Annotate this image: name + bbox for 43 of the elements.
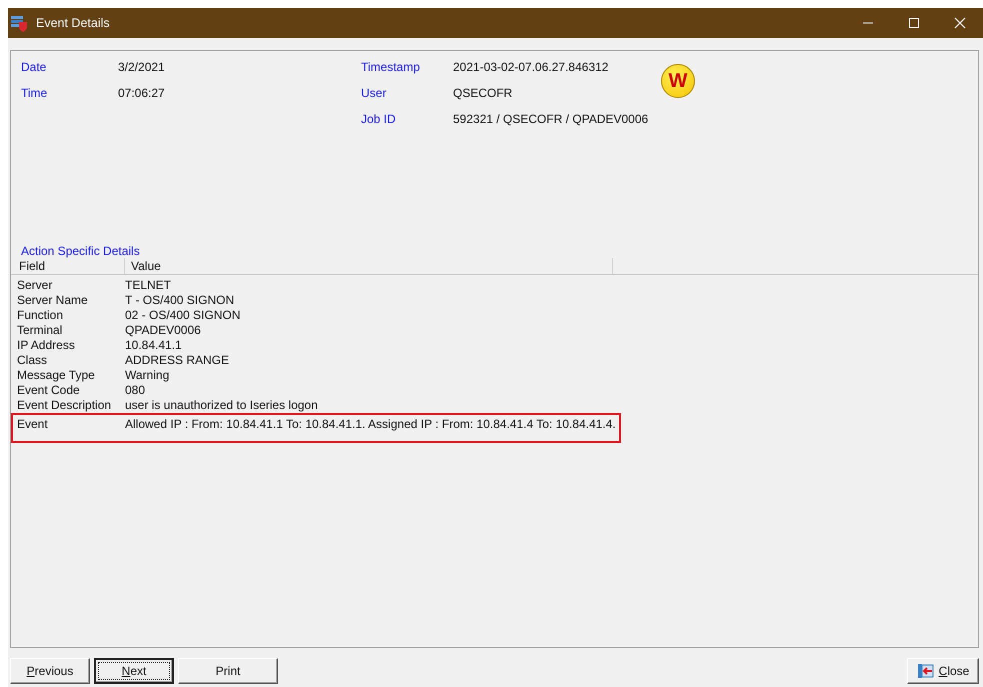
column-header[interactable]: Field <box>11 258 125 274</box>
value-cell: ADDRESS RANGE <box>125 353 230 368</box>
value-cell: user is unauthorized to Iseries logon <box>125 398 318 413</box>
field-value: 592321 / QSECOFR / QPADEV0006 <box>453 112 650 128</box>
field-cell-text: Event <box>16 416 49 433</box>
field-value: 07:06:27 <box>118 86 166 102</box>
field-cell-text: Class <box>16 353 48 368</box>
field-label: Job ID <box>361 112 397 128</box>
value-cell: QPADEV0006 <box>125 323 201 338</box>
field-cell-text: Server Name <box>16 293 89 308</box>
value-cell: 080 <box>125 383 146 398</box>
field-value: QSECOFR <box>453 86 514 102</box>
value-cell: TELNET <box>125 278 172 293</box>
column-header[interactable]: Value <box>125 258 613 274</box>
exit-door-icon <box>916 663 935 679</box>
field-cell-text: Terminal <box>16 323 64 338</box>
field-label: Timestamp <box>361 60 421 76</box>
field-cell-text: Event Description <box>16 398 112 413</box>
maximize-icon[interactable] <box>908 17 920 29</box>
nav-button[interactable]: Next <box>94 658 174 684</box>
value-cell-text: Allowed IP : From: 10.84.41.1 To: 10.84.41.1. Assigned IP : From: 10.84.41.4 To: 10.84.41.4. <box>125 416 616 433</box>
field-cell-text: IP Address <box>16 338 76 353</box>
value-cell: 02 - OS/400 SIGNON <box>125 308 240 323</box>
field-label: Date <box>21 60 48 76</box>
nav-button[interactable]: Print <box>178 658 278 684</box>
field-label: Time <box>21 86 48 102</box>
close-icon[interactable] <box>954 17 966 29</box>
nav-button[interactable]: Previous <box>10 658 90 684</box>
warning-badge: W <box>661 64 695 98</box>
value-cell: 10.84.41.1 <box>125 338 182 353</box>
field-cell-text: Message Type <box>16 368 96 383</box>
value-cell: T - OS/400 SIGNON <box>125 293 234 308</box>
field-label: User <box>361 86 388 102</box>
value-cell: Warning <box>125 368 170 383</box>
field-value: 3/2/2021 <box>118 60 166 76</box>
close-dialog-button[interactable]: Close <box>907 658 979 684</box>
field-value: 2021-03-02-07.06.27.846312 <box>453 60 610 76</box>
section-title: Action Specific Details <box>21 244 141 258</box>
window-title: Event Details <box>36 16 111 30</box>
field-cell-text: Server <box>16 278 54 293</box>
field-cell-text: Function <box>16 308 64 323</box>
field-cell-text: Event Code <box>16 383 81 398</box>
app-icon <box>10 14 28 32</box>
